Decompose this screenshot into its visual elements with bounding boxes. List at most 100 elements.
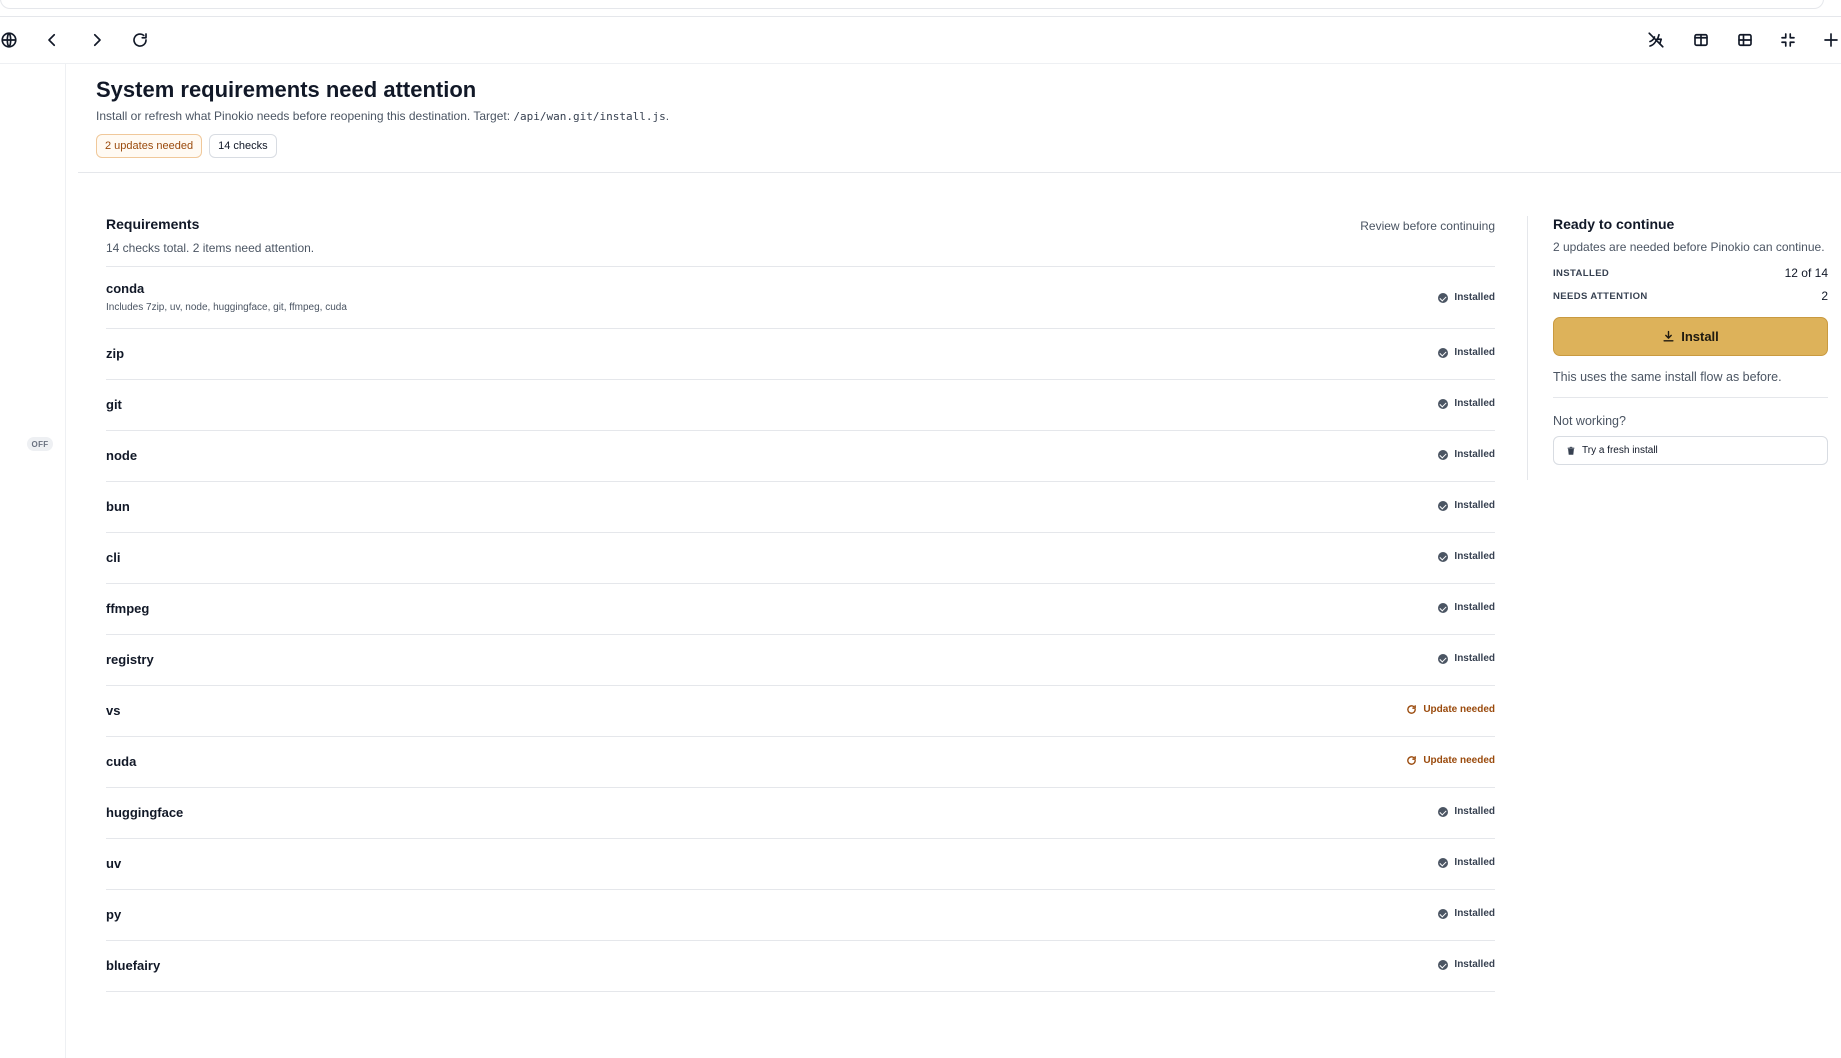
check-circle-icon xyxy=(1438,653,1449,664)
requirement-name: bluefairy xyxy=(106,958,161,973)
globe-icon[interactable] xyxy=(0,27,22,53)
requirement-name: cuda xyxy=(106,754,137,769)
update-needed-status: Update needed xyxy=(1406,755,1495,766)
status-label: Installed xyxy=(1454,551,1495,562)
installed-status: Installed xyxy=(1438,653,1495,664)
columns-icon[interactable] xyxy=(1688,27,1714,53)
status-label: Installed xyxy=(1454,500,1495,511)
continue-subtitle: 2 updates are needed before Pinokio can … xyxy=(1553,240,1825,254)
requirement-row-uv: uv Installed xyxy=(106,838,1495,889)
check-circle-icon xyxy=(1438,959,1449,970)
page-header: System requirements need attention Insta… xyxy=(96,76,669,158)
requirement-row-py: py Installed xyxy=(106,889,1495,940)
page-title: System requirements need attention xyxy=(96,77,477,102)
installed-status: Installed xyxy=(1438,959,1495,970)
continue-title: Ready to continue xyxy=(1553,216,1675,232)
page-description: Install or refresh what Pinokio needs be… xyxy=(96,108,669,125)
fresh-install-button[interactable]: Try a fresh install xyxy=(1553,436,1828,465)
signal-off-icon[interactable] xyxy=(1643,27,1669,53)
check-circle-icon xyxy=(1438,857,1449,868)
plus-icon[interactable] xyxy=(1818,27,1841,53)
requirement-name: ffmpeg xyxy=(106,601,150,616)
trash-icon xyxy=(1567,446,1575,455)
check-circle-icon xyxy=(1438,449,1449,460)
attention-value: 2 xyxy=(1821,289,1828,303)
status-label: Installed xyxy=(1454,347,1495,358)
requirement-row-cuda: cuda Update needed xyxy=(106,736,1495,787)
install-note: This uses the same install flow as befor… xyxy=(1553,370,1782,384)
requirement-detail: Includes 7zip, uv, node, huggingface, gi… xyxy=(106,302,347,313)
header-divider xyxy=(78,172,1841,173)
install-button[interactable]: Install xyxy=(1553,317,1828,356)
status-label: Installed xyxy=(1454,806,1495,817)
description-suffix: . xyxy=(665,109,670,123)
installed-status: Installed xyxy=(1438,551,1495,562)
requirement-name: uv xyxy=(106,856,122,871)
off-toggle-badge[interactable]: OFF xyxy=(27,437,53,451)
requirement-name: conda xyxy=(106,281,145,296)
status-label: Installed xyxy=(1454,653,1495,664)
download-icon xyxy=(1663,330,1674,342)
top-toolbar xyxy=(0,17,1841,64)
requirements-list: conda Includes 7zip, uv, node, huggingfac… xyxy=(106,266,1495,992)
update-needed-status: Update needed xyxy=(1406,704,1495,715)
check-circle-icon xyxy=(1438,806,1449,817)
continue-panel: Ready to continue 2 updates are needed b… xyxy=(1527,216,1828,480)
left-rail: OFF xyxy=(0,64,66,1058)
requirement-row-ffmpeg: ffmpeg Installed xyxy=(106,583,1495,634)
address-bar[interactable] xyxy=(0,0,1824,9)
status-label: Installed xyxy=(1454,449,1495,460)
rows-icon[interactable] xyxy=(1732,27,1758,53)
installed-label: INSTALLED xyxy=(1553,267,1610,279)
fresh-install-label: Try a fresh install xyxy=(1582,445,1658,456)
chevron-right-icon[interactable] xyxy=(84,27,110,53)
requirement-row-cli: cli Installed xyxy=(106,532,1495,583)
requirement-row-bun: bun Installed xyxy=(106,481,1495,532)
description-text: Install or refresh what Pinokio needs be… xyxy=(96,109,514,123)
requirement-row-huggingface: huggingface Installed xyxy=(106,787,1495,838)
check-circle-icon xyxy=(1438,551,1449,562)
requirement-row-git: git Installed xyxy=(106,379,1495,430)
installed-status: Installed xyxy=(1438,500,1495,511)
requirement-name: bun xyxy=(106,499,130,514)
check-circle-icon xyxy=(1438,908,1449,919)
status-label: Update needed xyxy=(1423,755,1495,766)
requirement-name: git xyxy=(106,397,122,412)
target-path: /api/wan.git/install.js xyxy=(513,110,666,123)
requirement-row-zip: zip Installed xyxy=(106,328,1495,379)
requirement-row-conda: conda Includes 7zip, uv, node, huggingfac… xyxy=(106,266,1495,328)
review-note: Review before continuing xyxy=(1360,219,1495,233)
chevron-left-icon[interactable] xyxy=(39,27,65,53)
installed-status: Installed xyxy=(1438,857,1495,868)
installed-value: 12 of 14 xyxy=(1784,266,1828,280)
attention-stat: NEEDS ATTENTION 2 xyxy=(1553,289,1828,303)
updates-needed-badge: 2 updates needed xyxy=(96,134,203,158)
summary-pills: 2 updates needed 14 checks xyxy=(96,134,669,158)
requirements-title: Requirements xyxy=(106,216,200,232)
installed-status: Installed xyxy=(1438,908,1495,919)
requirement-row-node: node Installed xyxy=(106,430,1495,481)
check-circle-icon xyxy=(1438,500,1449,511)
status-label: Installed xyxy=(1454,292,1495,303)
browser-top-strip xyxy=(0,0,1841,17)
not-working-label: Not working? xyxy=(1553,414,1626,428)
minimize-icon[interactable] xyxy=(1775,27,1801,53)
check-circle-icon xyxy=(1438,347,1449,358)
installed-stat: INSTALLED 12 of 14 xyxy=(1553,266,1828,280)
requirements-panel: Requirements 14 checks total. 2 items ne… xyxy=(106,216,1495,992)
requirement-name: huggingface xyxy=(106,805,184,820)
side-divider xyxy=(1553,397,1828,398)
requirement-name: py xyxy=(106,907,122,922)
installed-status: Installed xyxy=(1438,347,1495,358)
refresh-icon xyxy=(1407,705,1417,714)
status-label: Installed xyxy=(1454,398,1495,409)
requirements-header: Requirements 14 checks total. 2 items ne… xyxy=(106,216,1495,266)
check-circle-icon xyxy=(1438,398,1449,409)
requirement-name: zip xyxy=(106,346,125,361)
installed-status: Installed xyxy=(1438,602,1495,613)
refresh-icon[interactable] xyxy=(127,27,153,53)
install-button-label: Install xyxy=(1681,329,1719,344)
requirement-name: registry xyxy=(106,652,154,667)
requirement-name: vs xyxy=(106,703,121,718)
status-label: Installed xyxy=(1454,857,1495,868)
